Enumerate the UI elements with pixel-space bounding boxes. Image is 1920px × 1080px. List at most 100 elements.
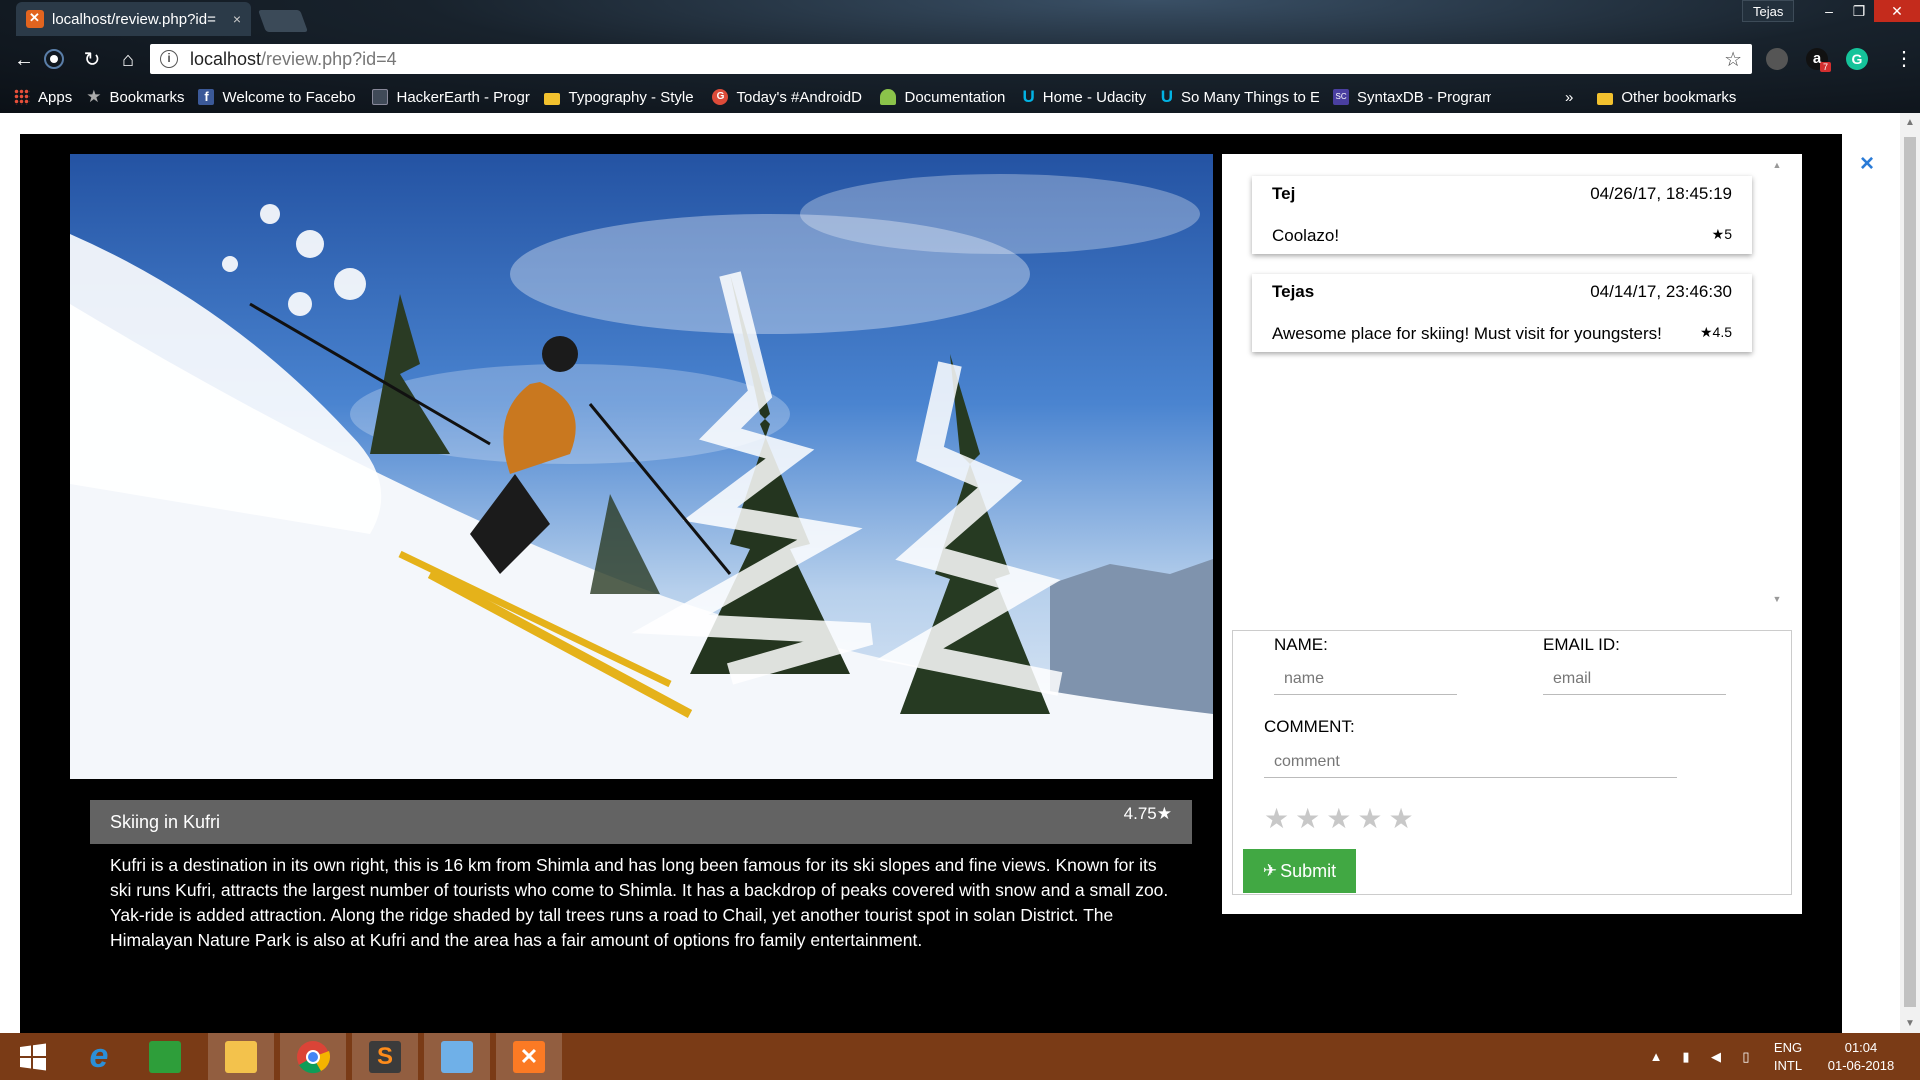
site-info-icon[interactable]: i	[160, 50, 178, 68]
taskbar-app[interactable]	[280, 1033, 346, 1080]
comment-label: COMMENT:	[1264, 717, 1355, 736]
home-icon[interactable]: ⌂	[116, 48, 140, 72]
name-label: NAME:	[1274, 635, 1328, 654]
review-datetime: 04/14/17, 23:46:30	[1590, 282, 1732, 301]
grammarly-extension-icon[interactable]: G	[1846, 48, 1868, 70]
bookmark-item-documentation[interactable]: Documentation	[880, 89, 1008, 106]
email-label: EMAIL ID:	[1543, 635, 1620, 654]
new-tab-button[interactable]	[257, 10, 309, 32]
bookmark-item-syntaxdb[interactable]: SC SyntaxDB - Program	[1333, 89, 1491, 106]
chrome-menu-icon[interactable]: ⋮	[1894, 46, 1914, 71]
star-rating-input[interactable]: ★ ★ ★ ★ ★	[1264, 805, 1420, 833]
modal-close-icon[interactable]: ×	[1860, 150, 1874, 178]
taskbar-app[interactable]: S	[352, 1033, 418, 1080]
review-rating: ★4.5	[1699, 324, 1732, 340]
file-explorer-icon	[225, 1040, 257, 1073]
chrome-icon	[297, 1040, 330, 1073]
scroll-down-arrow-icon[interactable]: ▼	[1900, 1018, 1920, 1029]
place-title-bar: Skiing in Kufri 4.75★	[90, 800, 1192, 844]
taskbar-app[interactable]: e	[66, 1033, 132, 1080]
clock-time: 01:04	[1844, 1039, 1878, 1055]
url-text[interactable]: localhost/review.php?id=4	[190, 49, 1724, 70]
page-scrollbar[interactable]: ▲ ▼	[1900, 113, 1920, 1033]
review-card: Tej 04/26/17, 18:45:19 Coolazo! ★5	[1252, 176, 1752, 254]
bookmark-item-bookmarks[interactable]: ★ Bookmarks	[86, 87, 184, 107]
bookmark-item-facebook[interactable]: f Welcome to Facebo	[198, 89, 358, 106]
bookmark-item-apps[interactable]: Apps	[14, 89, 72, 106]
bookmark-item-android-digest[interactable]: G Today's #AndroidD	[712, 89, 866, 106]
start-button[interactable]	[0, 1033, 66, 1080]
bookmarks-bar: Apps ★ Bookmarks f Welcome to Facebo Hac…	[0, 84, 1920, 110]
network-icon[interactable]: ▮	[1676, 1033, 1696, 1080]
submit-label: Submit	[1280, 860, 1337, 881]
review-comment: Awesome place for skiing! Must visit for…	[1272, 324, 1662, 343]
name-input[interactable]	[1274, 663, 1457, 695]
clock-date: 01-06-2018	[1827, 1057, 1895, 1073]
tab-title: localhost/review.php?id=	[52, 10, 216, 28]
scroll-up-arrow-icon[interactable]: ▲	[1900, 117, 1920, 128]
taskbar-app[interactable]	[424, 1033, 490, 1080]
taskbar-app[interactable]	[208, 1033, 274, 1080]
review-card: Tejas 04/14/17, 23:46:30 Awesome place f…	[1252, 274, 1752, 352]
place-image	[70, 154, 1213, 779]
rating-star-icon[interactable]: ★	[1388, 805, 1413, 833]
store-icon	[149, 1040, 181, 1073]
comment-input[interactable]	[1264, 746, 1677, 778]
rating-star-icon[interactable]: ★	[1357, 805, 1382, 833]
forward-arrow-icon[interactable]	[42, 48, 66, 72]
reviews-scrollbar[interactable]: ▲ ▼	[1770, 160, 1784, 604]
rating-star-icon[interactable]: ★	[1326, 805, 1351, 833]
taskbar-app[interactable]	[132, 1033, 198, 1080]
start-icon	[20, 1043, 46, 1070]
folder-icon	[544, 93, 561, 105]
udacity-icon: U	[1022, 87, 1035, 106]
taskbar-app[interactable]: ✕	[496, 1033, 562, 1080]
restore-button[interactable]: ❐	[1844, 0, 1874, 22]
other-bookmarks-folder[interactable]: Other bookmarks	[1597, 89, 1736, 106]
apps-grid-icon	[14, 89, 30, 105]
skiing-photo	[70, 154, 1213, 779]
folder-icon	[1597, 93, 1614, 105]
bookmark-item-typography[interactable]: Typography - Style	[544, 89, 698, 106]
reload-icon[interactable]: ↻	[80, 48, 104, 72]
rating-star-icon[interactable]: ★	[1295, 805, 1320, 833]
tab-close-icon[interactable]: ×	[233, 11, 241, 27]
address-bar[interactable]: i localhost/review.php?id=4 ☆	[150, 44, 1752, 74]
back-arrow-icon[interactable]: ←	[12, 48, 36, 72]
volume-icon[interactable]: ◀	[1706, 1033, 1726, 1080]
windows-taskbar: e S ✕ ▲ ▮ ◀ ▯ ENG INTL 01:04 01-06-2018	[0, 1033, 1920, 1080]
scroll-up-arrow-icon[interactable]: ▲	[1770, 160, 1784, 170]
browser-tab[interactable]: localhost/review.php?id= ×	[16, 2, 251, 36]
review-author: Tejas	[1272, 282, 1315, 301]
place-average-rating: 4.75★	[1123, 804, 1172, 823]
minimize-button[interactable]: –	[1814, 0, 1844, 22]
tray-overflow-icon[interactable]: ▲	[1646, 1033, 1666, 1080]
google-plus-icon: G	[712, 89, 729, 105]
rating-star-icon[interactable]: ★	[1264, 805, 1289, 833]
window-close-button[interactable]: ✕	[1874, 0, 1920, 22]
review-comment: Coolazo!	[1272, 226, 1340, 245]
review-rating: ★5	[1711, 226, 1732, 242]
bookmark-star-icon[interactable]: ☆	[1724, 47, 1742, 72]
bookmark-item-hackerearth[interactable]: HackerEarth - Progra	[372, 89, 530, 106]
profile-button[interactable]: Tejas	[1742, 0, 1795, 22]
star-icon: ★	[86, 87, 102, 106]
android-icon	[880, 89, 897, 105]
xampp-icon: ✕	[513, 1040, 545, 1073]
bookmark-item-udacity-home[interactable]: U Home - Udacity	[1022, 87, 1146, 107]
clock[interactable]: 01:04 01-06-2018	[1816, 1033, 1906, 1080]
email-input[interactable]	[1543, 663, 1726, 695]
language-indicator[interactable]: ENG INTL	[1766, 1033, 1810, 1080]
window-controls: – ❐ ✕	[1814, 0, 1920, 22]
facebook-icon: f	[198, 89, 215, 105]
extension-puzzle-icon[interactable]	[1766, 48, 1788, 70]
submit-button[interactable]: ✈ Submit	[1243, 849, 1356, 893]
bookmarks-overflow-button[interactable]: »	[1565, 89, 1573, 106]
scrollbar-thumb[interactable]	[1904, 137, 1916, 1007]
extension-badge: 7	[1820, 62, 1832, 72]
scroll-down-arrow-icon[interactable]: ▼	[1770, 594, 1784, 604]
battery-icon[interactable]: ▯	[1736, 1033, 1756, 1080]
syntaxdb-icon: SC	[1333, 89, 1350, 105]
bookmark-item-udacity-things[interactable]: U So Many Things to E	[1161, 87, 1319, 107]
review-datetime: 04/26/17, 18:45:19	[1590, 184, 1732, 203]
